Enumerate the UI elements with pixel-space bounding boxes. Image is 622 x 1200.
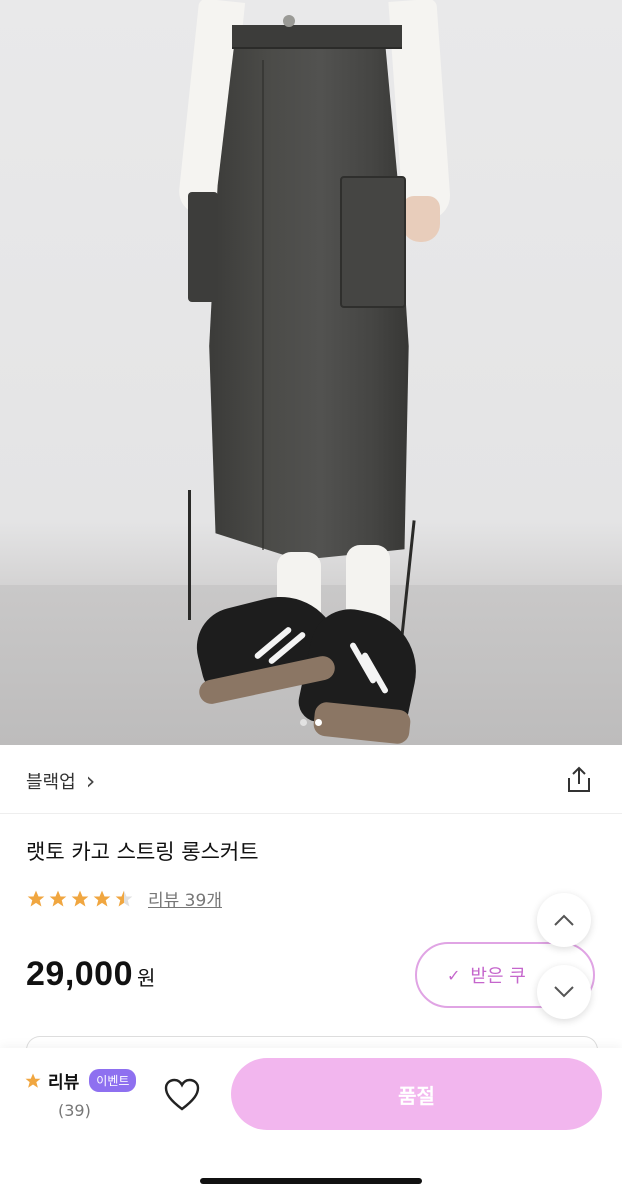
rating-row: 리뷰 39개: [26, 886, 222, 911]
coupon-label: 받은 쿠: [470, 966, 526, 987]
price-currency: 원: [137, 966, 156, 990]
chevron-up-icon: [554, 914, 574, 926]
event-badge: 이벤트: [89, 1069, 137, 1092]
review-summary[interactable]: 리뷰 이벤트 (39): [24, 1068, 137, 1120]
brand-name: 블랙업: [26, 772, 76, 793]
chevron-right-icon: ›: [85, 767, 96, 795]
star-icon: [25, 1073, 41, 1088]
skirt-seam: [262, 60, 264, 550]
skirt-waistband: [232, 25, 402, 49]
gallery-pagination: [0, 719, 622, 726]
review-count: (39): [58, 1101, 91, 1120]
price: 29,000 원: [26, 955, 156, 994]
chevron-down-icon: [554, 986, 574, 998]
star-rating: [26, 889, 134, 909]
pagination-dot-active[interactable]: [315, 719, 322, 726]
star-icon: [27, 890, 45, 906]
soldout-button[interactable]: 품절: [231, 1058, 602, 1130]
review-label: 리뷰: [48, 1073, 80, 1093]
cargo-pocket: [340, 176, 406, 308]
drawstring-left: [188, 490, 191, 620]
skirt-button: [283, 15, 295, 27]
scroll-down-button[interactable]: [537, 965, 591, 1019]
hand: [402, 196, 440, 242]
star-icon: [49, 890, 67, 906]
review-count-link[interactable]: 리뷰 39개: [148, 886, 222, 911]
product-title: 랫토 카고 스트링 롱스커트: [26, 840, 259, 864]
bottom-action-bar: 리뷰 이벤트 (39) 품절: [0, 1048, 622, 1200]
price-amount: 29,000: [26, 955, 133, 993]
star-icon: [93, 890, 111, 906]
brand-link[interactable]: 블랙업 ›: [26, 767, 95, 795]
share-icon[interactable]: [564, 765, 594, 795]
cargo-pocket-left: [188, 192, 218, 302]
product-image[interactable]: [0, 0, 622, 745]
pagination-dot[interactable]: [300, 719, 307, 726]
home-indicator: [200, 1178, 422, 1184]
half-star-icon: [115, 890, 133, 906]
heart-icon[interactable]: [164, 1078, 200, 1112]
brand-row: 블랙업 ›: [0, 745, 622, 814]
scroll-up-button[interactable]: [537, 893, 591, 947]
star-icon: [71, 890, 89, 906]
check-icon: ✓: [447, 965, 461, 985]
